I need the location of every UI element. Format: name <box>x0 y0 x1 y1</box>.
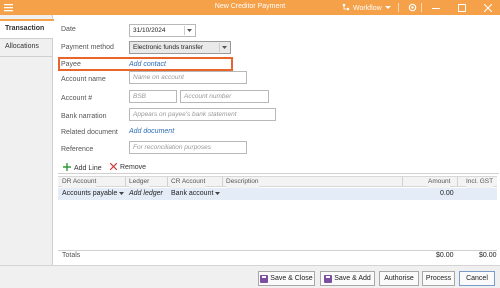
save-add-button[interactable]: Save & Add <box>320 271 375 286</box>
chevron-down-icon[interactable] <box>119 190 125 197</box>
remove-icon <box>109 162 118 172</box>
bank-narration-input[interactable]: Appears on payee's bank statement <box>129 108 276 121</box>
process-label: Process <box>425 275 452 282</box>
process-button[interactable]: Process <box>422 271 455 286</box>
dr-account-cell[interactable]: Accounts payable <box>62 190 125 197</box>
divider <box>58 173 499 174</box>
remove-label: Remove <box>120 164 147 171</box>
authorise-label: Authorise <box>384 275 414 282</box>
chevron-down-icon <box>384 5 391 12</box>
bank-narration-label: Bank narration <box>61 113 107 120</box>
column-separator <box>125 177 126 186</box>
add-contact-link[interactable]: Add contact <box>129 61 166 68</box>
save-close-label: Save & Close <box>270 275 313 282</box>
save-close-button[interactable]: Save & Close <box>258 271 315 286</box>
plus-icon <box>63 163 71 173</box>
payment-method-label: Payment method <box>61 44 114 51</box>
column-separator <box>457 177 458 186</box>
side-tabs: Transaction Allocations <box>0 15 54 288</box>
bsb-input[interactable]: BSB <box>129 90 177 103</box>
related-document-label: Related document <box>61 129 118 136</box>
cancel-label: Cancel <box>466 275 488 282</box>
account-name-input[interactable]: Name on account <box>129 71 247 84</box>
column-separator <box>167 177 168 186</box>
window-title: New Creditor Payment <box>214 3 286 10</box>
cr-account-cell[interactable]: Bank account <box>171 190 221 197</box>
title-bar: New Creditor Payment Workflow <box>0 0 500 15</box>
payment-method-value: Electronic funds transfer <box>133 44 204 51</box>
close-icon[interactable] <box>482 2 494 13</box>
tab-transaction[interactable]: Transaction <box>0 19 54 38</box>
account-number-label: Account # <box>61 95 93 102</box>
column-header-ledger[interactable]: Ledger <box>129 178 150 188</box>
maximize-icon[interactable] <box>456 2 468 13</box>
reference-label: Reference <box>61 146 94 153</box>
tab-label: Transaction <box>5 25 45 32</box>
totals-divider <box>58 250 497 251</box>
column-header-incl-gst[interactable]: Incl. GST <box>466 178 494 188</box>
column-separator <box>402 177 403 186</box>
transaction-panel: Date 31/10/2024 Payment method Electroni… <box>53 15 500 265</box>
title-separator <box>421 3 422 12</box>
column-separator <box>222 177 223 186</box>
column-header-dr-account[interactable]: DR Account <box>62 178 97 188</box>
reference-input[interactable]: For reconciliation purposes <box>129 141 247 154</box>
cr-account-value: Bank account <box>171 190 214 197</box>
settings-icon[interactable] <box>406 2 418 13</box>
amount-cell[interactable]: 0.00 <box>440 190 454 197</box>
date-label: Date <box>61 26 76 33</box>
title-separator <box>398 3 399 12</box>
add-ledger-link[interactable]: Add ledger <box>129 190 163 197</box>
minimize-icon[interactable] <box>430 2 442 13</box>
add-line-label: Add Line <box>74 164 102 172</box>
column-header-amount[interactable]: Amount <box>428 178 451 188</box>
column-header-description[interactable]: Description <box>226 178 259 188</box>
save-icon <box>324 274 333 283</box>
payee-label: Payee <box>61 61 81 68</box>
add-line-button[interactable]: Add Line <box>63 163 102 173</box>
cancel-button[interactable]: Cancel <box>459 271 495 286</box>
tab-label: Allocations <box>5 43 39 50</box>
date-field[interactable]: 31/10/2024 <box>129 24 196 37</box>
workflow-icon <box>342 3 350 13</box>
totals-label: Totals <box>62 252 81 259</box>
footer-bar: Save & Close Save & Add Authorise Proces… <box>0 265 500 288</box>
workflow-button[interactable]: Workflow <box>342 3 391 13</box>
workflow-label: Workflow <box>353 4 382 12</box>
save-icon <box>260 274 269 283</box>
payment-method-select[interactable]: Electronic funds transfer <box>129 41 231 54</box>
tab-allocations[interactable]: Allocations <box>0 38 53 57</box>
column-header-cr-account[interactable]: CR Account <box>171 178 206 188</box>
total-amount: $0.00 <box>436 252 454 259</box>
account-name-label: Account name <box>61 76 106 83</box>
dr-account-value: Accounts payable <box>62 190 118 197</box>
save-add-label: Save & Add <box>334 275 371 282</box>
add-document-link[interactable]: Add document <box>129 128 174 135</box>
total-gst: $0.00 <box>479 252 497 259</box>
chevron-down-icon[interactable] <box>184 26 194 35</box>
authorise-button[interactable]: Authorise <box>379 271 419 286</box>
date-value: 31/10/2024 <box>133 27 166 34</box>
account-number-input[interactable]: Account number <box>180 90 269 103</box>
chevron-down-icon[interactable] <box>215 190 221 197</box>
chevron-down-icon[interactable] <box>219 43 229 52</box>
remove-button[interactable]: Remove <box>109 162 147 172</box>
